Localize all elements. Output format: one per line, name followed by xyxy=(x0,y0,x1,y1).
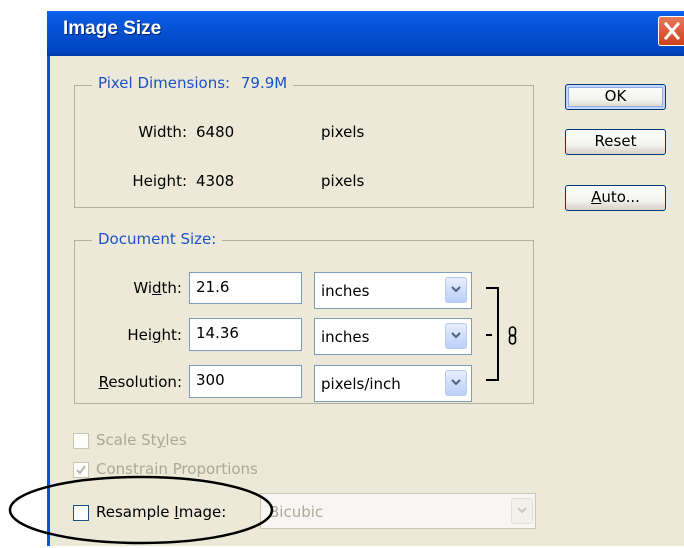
doc-resolution-unit-dropdown-button[interactable] xyxy=(445,370,467,396)
close-button[interactable] xyxy=(658,16,684,46)
auto-button[interactable]: Auto... xyxy=(565,185,666,211)
close-icon xyxy=(663,21,681,41)
doc-height-label: Height: xyxy=(127,326,182,344)
chevron-down-icon xyxy=(451,379,461,386)
pixel-width-unit: pixels xyxy=(321,123,365,141)
doc-width-unit-value: inches xyxy=(321,282,370,300)
pixel-dimensions-legend: Pixel Dimensions: 79.9M xyxy=(92,73,294,93)
doc-resolution-label: Resolution: xyxy=(98,373,182,391)
doc-resolution-input[interactable]: 300 xyxy=(189,365,302,398)
dialog-title: Image Size xyxy=(63,18,162,39)
pixel-width-label: Width: xyxy=(138,123,187,141)
pixel-width-value: 6480 xyxy=(196,123,235,141)
resample-method-dropdown-button[interactable] xyxy=(511,498,533,524)
chevron-down-icon xyxy=(517,507,527,514)
resample-method-select[interactable]: Bicubic xyxy=(260,493,536,529)
pixel-height-unit: pixels xyxy=(321,172,365,190)
pixel-dimensions-size: 79.9M xyxy=(240,74,288,92)
doc-resolution-unit-select[interactable]: pixels/inch xyxy=(314,365,472,402)
scale-styles-label: Scale Styles xyxy=(96,431,187,449)
doc-height-unit-value: inches xyxy=(321,328,370,346)
document-size-legend: Document Size: xyxy=(92,229,223,249)
pixel-dimensions-label: Pixel Dimensions: xyxy=(98,74,231,92)
doc-height-unit-dropdown-button[interactable] xyxy=(445,323,467,349)
ok-button[interactable]: OK xyxy=(565,84,666,110)
chevron-down-icon xyxy=(451,332,461,339)
doc-resolution-unit-value: pixels/inch xyxy=(321,375,401,393)
chain-link-icon xyxy=(508,326,517,345)
doc-width-input[interactable]: 21.6 xyxy=(189,272,302,304)
scale-styles-checkbox[interactable] xyxy=(73,433,89,449)
pixel-height-value: 4308 xyxy=(196,172,235,190)
doc-width-unit-dropdown-button[interactable] xyxy=(445,277,467,303)
chevron-down-icon xyxy=(451,286,461,293)
reset-button[interactable]: Reset xyxy=(565,129,666,155)
doc-height-input[interactable]: 14.36 xyxy=(189,318,302,351)
pixel-height-label: Height: xyxy=(132,172,187,190)
doc-width-label: Width: xyxy=(133,279,182,297)
highlight-ellipse xyxy=(8,475,274,545)
doc-width-unit-select[interactable]: inches xyxy=(314,272,472,309)
doc-height-unit-select[interactable]: inches xyxy=(314,318,472,355)
